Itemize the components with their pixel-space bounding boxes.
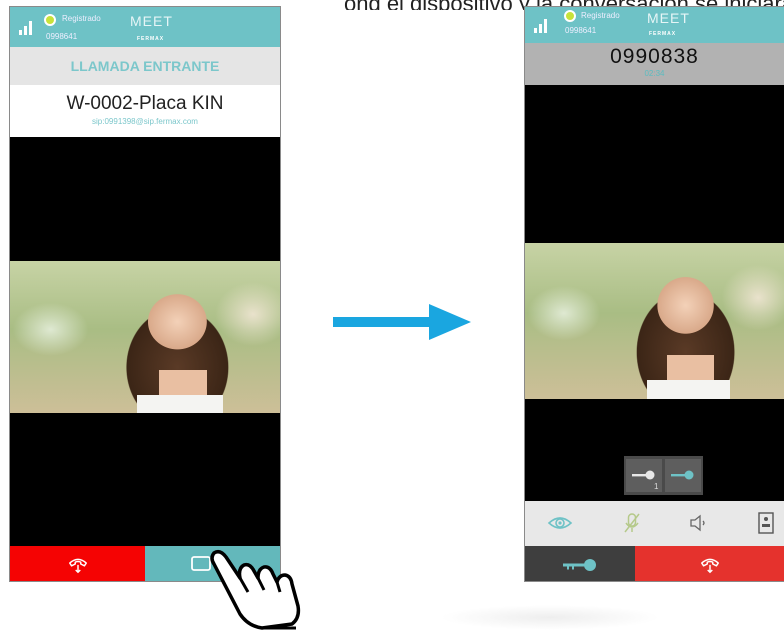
- call-timer: 02:34: [644, 69, 665, 78]
- caller-name: W-0002-Placa KIN: [66, 93, 224, 114]
- incoming-call-screen: Registrado 0998641 MEET FERMAX LLAMADA E…: [9, 6, 281, 582]
- maker-logo: FERMAX: [137, 36, 165, 42]
- video-stream: [525, 243, 784, 399]
- relay-selector: 1: [624, 456, 703, 495]
- app-logo: MEET: [130, 13, 173, 29]
- hang-up-icon: [701, 558, 719, 574]
- status-bar: Registrado 0998641 MEET FERMAX: [10, 7, 280, 47]
- tutorial-figure: ong el dispositivo y la conversación se …: [0, 0, 784, 630]
- active-call-screen: Registrado 0998641 MEET FERMAX 0990838 0…: [524, 6, 784, 582]
- call-number: 0990838: [610, 45, 699, 68]
- tap-hand-icon: [210, 549, 301, 630]
- registered-label: Registrado: [581, 11, 620, 20]
- transition-arrow-icon: [333, 304, 471, 340]
- eye-icon[interactable]: [547, 511, 573, 535]
- video-preview: [10, 261, 280, 413]
- registered-label: Registrado: [62, 14, 101, 23]
- key-icon: [671, 470, 694, 480]
- open-door-button[interactable]: [525, 546, 635, 581]
- call-info-bar: 0990838 02:34: [525, 43, 784, 85]
- relay-2-button[interactable]: [665, 459, 701, 492]
- app-logo: MEET: [647, 10, 690, 26]
- incoming-call-header: LLAMADA ENTRANTE: [10, 47, 280, 85]
- relay-index: 1: [654, 482, 659, 491]
- device-number: 0998641: [565, 26, 597, 35]
- signal-icon: [19, 21, 33, 35]
- registered-status-icon: [564, 10, 576, 22]
- speaker-icon[interactable]: [686, 511, 712, 535]
- caller-sip-address: sip:0991398@sip.fermax.com: [92, 117, 198, 126]
- key-icon: [563, 559, 596, 571]
- caller-info: W-0002-Placa KIN sip:0991398@sip.fermax.…: [10, 85, 280, 137]
- reject-call-button[interactable]: [10, 546, 145, 581]
- hang-up-icon: [68, 558, 87, 573]
- device-number: 0998641: [46, 32, 78, 41]
- end-call-button[interactable]: [635, 546, 784, 581]
- signal-icon: [534, 19, 548, 33]
- relay-1-button[interactable]: 1: [626, 459, 662, 492]
- floor-shadow: [440, 605, 660, 630]
- call-actions: [525, 546, 784, 581]
- intercom-icon[interactable]: [753, 511, 779, 535]
- call-controls: [525, 501, 784, 546]
- key-icon: [632, 470, 655, 480]
- registered-status-icon: [44, 14, 56, 26]
- maker-logo: FERMAX: [649, 31, 677, 37]
- status-bar: Registrado 0998641 MEET FERMAX: [525, 7, 784, 43]
- mic-muted-icon[interactable]: [619, 511, 645, 535]
